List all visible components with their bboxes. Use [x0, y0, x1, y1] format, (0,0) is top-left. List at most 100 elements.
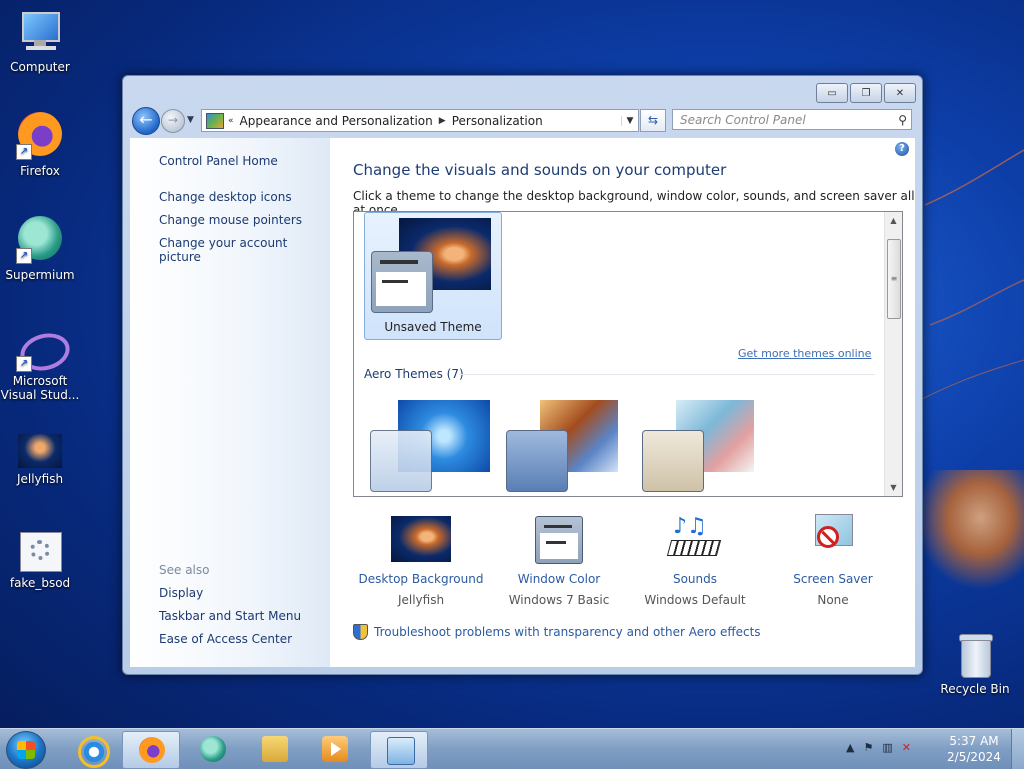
control-panel-home-link[interactable]: Control Panel Home: [159, 154, 278, 168]
forward-arrow-icon: →: [167, 113, 179, 127]
glass-window-preview-icon: [370, 430, 432, 492]
page-title: Change the visuals and sounds on your co…: [353, 161, 727, 179]
setting-name: Screen Saver: [793, 572, 873, 586]
taskbar-media-player[interactable]: [306, 731, 362, 767]
clock-date: 2/5/2024: [947, 750, 1001, 764]
address-dropdown-icon[interactable]: ▼: [621, 115, 638, 126]
task-pane: Control Panel Home Change desktop icons …: [130, 138, 330, 667]
theme-aero-architecture[interactable]: [500, 392, 636, 496]
chevron-down-icon: ▼: [187, 115, 194, 125]
main-pane: ? Change the visuals and sounds on your …: [330, 138, 915, 667]
taskbar-firefox[interactable]: [122, 731, 180, 769]
theme-list-scrollbar[interactable]: ▲ ≡ ▼: [884, 212, 902, 496]
get-more-themes-link[interactable]: Get more themes online: [738, 347, 871, 360]
blue-window-preview-icon: [506, 430, 568, 492]
personalization-window: ▭ ❐ ✕ ← → ▼ « Appearance and Personaliza…: [122, 75, 923, 675]
breadcrumb-personalization[interactable]: Personalization: [452, 114, 543, 128]
theme-aero-windows7[interactable]: [364, 392, 500, 496]
troubleshoot-link-text: Troubleshoot problems with transparency …: [374, 625, 761, 639]
close-button[interactable]: ✕: [884, 83, 916, 103]
back-button[interactable]: ←: [132, 107, 160, 135]
desktop-icon-firefox[interactable]: ↗ Firefox: [0, 112, 80, 178]
setting-value: Jellyfish: [397, 593, 445, 607]
clock-time: 5:37 AM: [949, 734, 999, 748]
setting-screen-saver[interactable]: Screen Saver None: [765, 514, 901, 607]
desktop-icon-supermium[interactable]: ↗ Supermium: [0, 216, 80, 282]
shortcut-arrow-icon: ↗: [16, 356, 32, 372]
close-icon: ✕: [895, 87, 905, 99]
change-mouse-pointers-link[interactable]: Change mouse pointers: [159, 213, 302, 227]
search-icon[interactable]: ⚲: [898, 113, 907, 127]
theme-aero-characters[interactable]: [636, 392, 772, 496]
change-desktop-icons-link[interactable]: Change desktop icons: [159, 190, 292, 204]
start-button[interactable]: [6, 731, 46, 769]
search-placeholder: Search Control Panel: [680, 112, 806, 127]
network-icon[interactable]: ▥: [882, 741, 892, 754]
breadcrumb-appearance[interactable]: Appearance and Personalization: [240, 114, 433, 128]
refresh-icon: ⇆: [647, 113, 659, 127]
maximize-button[interactable]: ❐: [850, 83, 882, 103]
search-input[interactable]: Search Control Panel ⚲: [672, 109, 912, 130]
scroll-thumb[interactable]: ≡: [887, 239, 901, 319]
address-bar[interactable]: « Appearance and Personalization ▶ Perso…: [201, 109, 639, 132]
aero-themes-group-title: Aero Themes (7): [364, 367, 464, 381]
taskbar-start-menu-link[interactable]: Taskbar and Start Menu: [159, 609, 301, 623]
title-buttons: ▭ ❐ ✕: [816, 83, 916, 103]
taskbar-internet-explorer[interactable]: [62, 731, 118, 768]
see-also-heading: See also: [159, 563, 210, 577]
desktop-icon-recycle-bin[interactable]: Recycle Bin: [935, 632, 1015, 696]
sounds-icon: ♪♫: [665, 514, 725, 564]
setting-desktop-background[interactable]: Desktop Background Jellyfish: [353, 514, 489, 607]
show-hidden-icons-icon[interactable]: ▲: [846, 741, 854, 754]
taskbar: ▲ ⚑ ▥ ✕ 5:37 AM 2/5/2024: [0, 728, 1024, 769]
visual-studio-icon: ↗: [16, 328, 74, 376]
group-divider: [459, 374, 875, 375]
beige-window-preview-icon: [642, 430, 704, 492]
setting-name: Sounds: [672, 572, 718, 586]
firefox-icon: [139, 737, 165, 763]
change-account-picture-link[interactable]: Change your account picture: [159, 236, 330, 264]
folder-icon: [262, 736, 288, 762]
theme-list[interactable]: Unsaved Theme Get more themes online Aer…: [353, 211, 903, 497]
desktop-icon-jellyfish[interactable]: Jellyfish: [0, 432, 80, 486]
scroll-down-icon[interactable]: ▼: [885, 479, 902, 496]
shortcut-arrow-icon: ↗: [16, 144, 32, 160]
window-color-icon: [529, 514, 589, 564]
setting-sounds[interactable]: ♪♫ Sounds Windows Default: [627, 514, 763, 607]
refresh-button[interactable]: ⇆: [640, 109, 666, 132]
desktop-wallpaper-tentacles: [920, 149, 1024, 401]
jellyfish-image-icon: [16, 432, 64, 468]
windows-logo-icon: [17, 741, 35, 759]
setting-window-color[interactable]: Window Color Windows 7 Basic: [491, 514, 627, 607]
volume-muted-icon[interactable]: ✕: [902, 741, 911, 754]
troubleshoot-aero-link[interactable]: Troubleshoot problems with transparency …: [353, 624, 761, 640]
clock[interactable]: 5:37 AM 2/5/2024: [944, 733, 1004, 765]
desktop-icon-visual-studio[interactable]: ↗ Microsoft Visual Stud...: [0, 328, 80, 402]
shortcut-arrow-icon: ↗: [16, 248, 32, 264]
setting-value: Windows Default: [644, 593, 746, 607]
display-link[interactable]: Display: [159, 586, 203, 600]
show-desktop-button[interactable]: [1011, 729, 1024, 769]
desktop-icon-computer[interactable]: Computer: [0, 8, 80, 74]
taskbar-control-panel[interactable]: [370, 731, 428, 769]
setting-value: None: [817, 593, 849, 607]
breadcrumb-overflow[interactable]: «: [228, 116, 234, 126]
window-preview-icon: [371, 251, 433, 313]
theme-unsaved[interactable]: Unsaved Theme: [364, 212, 502, 340]
minimize-button[interactable]: ▭: [816, 83, 848, 103]
system-tray: ▲ ⚑ ▥ ✕: [846, 741, 911, 754]
recent-pages-button[interactable]: ▼: [187, 115, 194, 125]
taskbar-file-explorer[interactable]: [246, 731, 302, 767]
screen-saver-icon: [803, 514, 863, 564]
breadcrumb-separator-icon[interactable]: ▶: [439, 116, 446, 126]
help-icon[interactable]: ?: [895, 142, 909, 156]
action-center-flag-icon[interactable]: ⚑: [863, 741, 873, 754]
desktop-icon-fake-bsod[interactable]: fake_bsod: [0, 532, 80, 590]
ease-of-access-link[interactable]: Ease of Access Center: [159, 632, 292, 646]
scroll-up-icon[interactable]: ▲: [885, 212, 902, 229]
theme-label-unsaved: Unsaved Theme: [384, 320, 482, 334]
forward-button[interactable]: →: [161, 109, 185, 133]
gear-file-icon: [16, 532, 64, 572]
taskbar-supermium[interactable]: [184, 731, 240, 767]
setting-value: Windows 7 Basic: [508, 593, 610, 607]
